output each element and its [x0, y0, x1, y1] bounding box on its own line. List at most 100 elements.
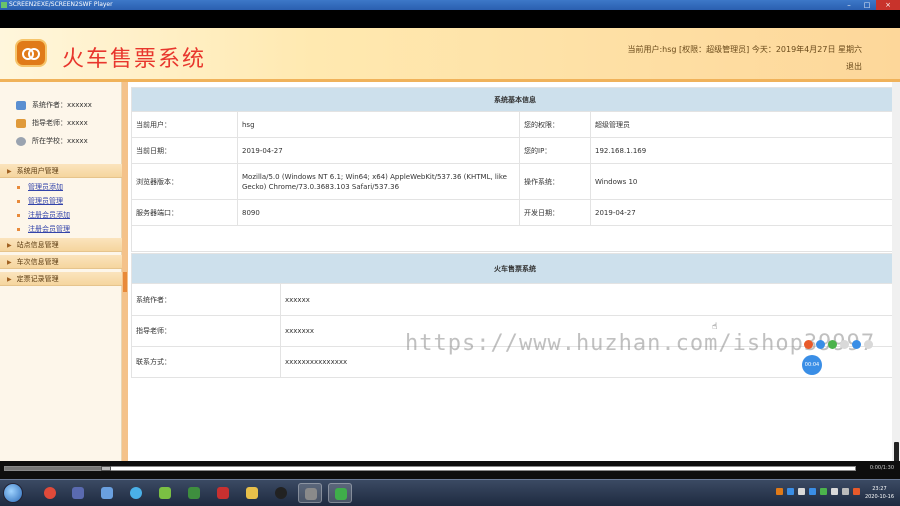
- main-content: 系统基本信息 当前用户： hsg 您的权限： 超级管理员 当前日期： 2019-…: [128, 82, 900, 461]
- app-icon: [72, 487, 84, 499]
- window-title: SCREEN2EXE/SCREEN2SWF Player: [9, 1, 113, 8]
- folder-icon: [246, 487, 258, 499]
- table-row-empty: [131, 225, 899, 252]
- tool-icon[interactable]: [840, 339, 849, 349]
- tray-icon[interactable]: [831, 488, 838, 495]
- app-icon: [188, 487, 200, 499]
- bullet-icon: [17, 185, 20, 189]
- menu-group-station[interactable]: ▶ 站点信息管理: [0, 238, 122, 252]
- progress-fill: [5, 467, 107, 470]
- tray-icon[interactable]: [787, 488, 794, 495]
- tray-icon[interactable]: [776, 488, 783, 495]
- player-top-band: [0, 10, 900, 28]
- table-row: 系统作者： xxxxxx: [131, 283, 899, 316]
- app-icon: [159, 487, 171, 499]
- sidebar: 系统作者：xxxxxx 指导老师：xxxxx 所在学校：xxxxx ▶ 系统用户管…: [0, 82, 122, 461]
- tool-icon[interactable]: [864, 339, 873, 349]
- app-icon: [101, 487, 113, 499]
- system-title: 火车售票系统: [62, 47, 207, 72]
- author-info: 系统作者：xxxxxx: [16, 100, 92, 110]
- taskbar-app[interactable]: [182, 483, 206, 503]
- floating-toolbar[interactable]: [804, 337, 896, 351]
- menu-group-train[interactable]: ▶ 车次信息管理: [0, 255, 122, 269]
- table-header: 系统基本信息: [131, 87, 899, 112]
- menu-item-admin-add[interactable]: 管理员添加: [17, 182, 63, 192]
- clock-time: 23:27: [872, 486, 887, 492]
- chrome-icon: [44, 487, 56, 499]
- menu-item-member-add[interactable]: 注册会员添加: [17, 210, 70, 220]
- player-controls: 0:00/1:30: [0, 461, 900, 479]
- volume-icon[interactable]: [842, 488, 849, 495]
- system-tray: [772, 488, 860, 495]
- taskbar-app[interactable]: [95, 483, 119, 503]
- menu-group-user-admin[interactable]: ▶ 系统用户管理: [0, 164, 122, 178]
- table-row: 当前用户： hsg 您的权限： 超级管理员: [131, 111, 899, 138]
- tray-icon[interactable]: [809, 488, 816, 495]
- taskbar-app[interactable]: [153, 483, 177, 503]
- tray-icon[interactable]: [820, 488, 827, 495]
- current-user-info: 当前用户:hsg [权限：超级管理员] 今天：2019年4月27日 星期六: [627, 45, 862, 54]
- app-icon: [1, 2, 7, 8]
- scrollbar-thumb[interactable]: [894, 442, 899, 461]
- table-row: 浏览器版本： Mozilla/5.0 (Windows NT 6.1; Win6…: [131, 163, 899, 200]
- table-header: 火车售票系统: [131, 253, 899, 284]
- web-app: 火车售票系统 当前用户:hsg [权限：超级管理员] 今天：2019年4月27日…: [0, 28, 900, 461]
- bullet-icon: [17, 199, 20, 203]
- teacher-icon: [16, 118, 26, 128]
- taskbar-app-player[interactable]: [328, 483, 352, 503]
- tool-icon[interactable]: [828, 339, 837, 349]
- taskbar-app[interactable]: [124, 483, 148, 503]
- app-icon: [305, 488, 317, 500]
- tool-icon[interactable]: [816, 339, 825, 349]
- app-icon: [275, 487, 287, 499]
- bullet-icon: [17, 227, 20, 231]
- logo-icon: [15, 39, 47, 67]
- app-icon: [130, 487, 142, 499]
- close-button[interactable]: ×: [876, 0, 900, 10]
- taskbar-app[interactable]: [211, 483, 235, 503]
- playback-progress[interactable]: [4, 466, 856, 471]
- tool-icon[interactable]: [804, 339, 813, 349]
- window-controls: – □ ×: [840, 0, 900, 10]
- arrow-right-icon: ▶: [7, 259, 12, 266]
- school-icon: [16, 136, 26, 146]
- about-table: 火车售票系统 系统作者： xxxxxx 指导老师： xxxxxxx 联系方式： …: [131, 253, 899, 378]
- window-titlebar: SCREEN2EXE/SCREEN2SWF Player – □ ×: [0, 0, 900, 10]
- minimize-button[interactable]: –: [840, 0, 858, 10]
- tool-icon[interactable]: [852, 339, 861, 349]
- menu-item-admin-manage[interactable]: 管理员管理: [17, 196, 63, 206]
- user-icon: [16, 100, 26, 110]
- teacher-info: 指导老师：xxxxx: [16, 118, 88, 128]
- playback-time: 0:00/1:30: [869, 465, 894, 471]
- floating-badge[interactable]: 00:04: [802, 355, 822, 375]
- collapse-handle[interactable]: [123, 272, 127, 292]
- progress-knob[interactable]: [101, 466, 111, 471]
- menu-group-booking[interactable]: ▶ 定票记录管理: [0, 272, 122, 286]
- mouse-cursor-icon: ☝: [712, 322, 718, 332]
- tray-icon[interactable]: [798, 488, 805, 495]
- tray-icon[interactable]: [853, 488, 860, 495]
- basic-info-table: 系统基本信息 当前用户： hsg 您的权限： 超级管理员 当前日期： 2019-…: [131, 87, 899, 252]
- maximize-button[interactable]: □: [858, 0, 876, 10]
- app-icon: [335, 488, 347, 500]
- clock-date: 2020-10-16: [864, 494, 894, 500]
- taskbar-app[interactable]: [66, 483, 90, 503]
- logout-link[interactable]: 退出: [846, 61, 862, 72]
- taskbar-app[interactable]: [298, 483, 322, 503]
- taskbar-app-explorer[interactable]: [240, 483, 264, 503]
- page-header: 火车售票系统 当前用户:hsg [权限：超级管理员] 今天：2019年4月27日…: [0, 28, 900, 82]
- start-button[interactable]: [3, 483, 23, 503]
- scrollbar[interactable]: [892, 82, 900, 461]
- table-row: 当前日期： 2019-04-27 您的IP： 192.168.1.169: [131, 137, 899, 164]
- taskbar-clock[interactable]: 23:27 2020-10-16: [865, 485, 894, 501]
- school-info: 所在学校：xxxxx: [16, 136, 88, 146]
- arrow-right-icon: ▶: [7, 168, 12, 175]
- bullet-icon: [17, 213, 20, 217]
- taskbar: 23:27 2020-10-16: [0, 479, 900, 506]
- menu-item-member-manage[interactable]: 注册会员管理: [17, 224, 70, 234]
- arrow-right-icon: ▶: [7, 276, 12, 283]
- taskbar-app-chrome[interactable]: [38, 483, 62, 503]
- app-icon: [217, 487, 229, 499]
- arrow-right-icon: ▶: [7, 242, 12, 249]
- taskbar-app[interactable]: [269, 483, 293, 503]
